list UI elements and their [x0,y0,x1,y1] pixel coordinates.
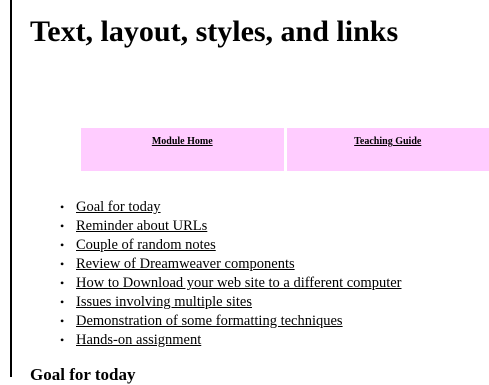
list-item: • Hands-on assignment [60,331,402,350]
section-heading: Goal for today [30,365,135,385]
bullet-icon: • [60,219,76,234]
bullet-icon: • [60,314,76,329]
bullet-icon: • [60,276,76,291]
toc-link-multiple-sites[interactable]: Issues involving multiple sites [76,294,252,311]
nav-cell-module-home: Module Home [81,128,284,171]
toc-link-download[interactable]: How to Download your web site to a diffe… [76,275,402,292]
nav-cell-teaching-guide: Teaching Guide [287,128,489,171]
nav-table: Module Home Teaching Guide [81,128,489,171]
teaching-guide-link[interactable]: Teaching Guide [354,136,421,147]
list-item: • Demonstration of some formatting techn… [60,312,402,331]
bullet-icon: • [60,333,76,348]
toc-link-notes[interactable]: Couple of random notes [76,237,216,254]
toc-link-dreamweaver[interactable]: Review of Dreamweaver components [76,256,295,273]
bullet-icon: • [60,295,76,310]
toc-link-goal[interactable]: Goal for today [76,199,161,216]
toc-link-urls[interactable]: Reminder about URLs [76,218,207,235]
bullet-icon: • [60,238,76,253]
page-title: Text, layout, styles, and links [30,10,398,54]
bullet-icon: • [60,257,76,272]
list-item: • How to Download your web site to a dif… [60,274,402,293]
table-of-contents: • Goal for today • Reminder about URLs •… [60,198,402,350]
list-item: • Couple of random notes [60,236,402,255]
module-home-link[interactable]: Module Home [152,136,213,147]
list-item: • Issues involving multiple sites [60,293,402,312]
list-item: • Review of Dreamweaver components [60,255,402,274]
list-item: • Goal for today [60,198,402,217]
toc-link-formatting[interactable]: Demonstration of some formatting techniq… [76,313,343,330]
window-border [10,0,12,377]
toc-link-assignment[interactable]: Hands-on assignment [76,332,201,349]
list-item: • Reminder about URLs [60,217,402,236]
bullet-icon: • [60,200,76,215]
